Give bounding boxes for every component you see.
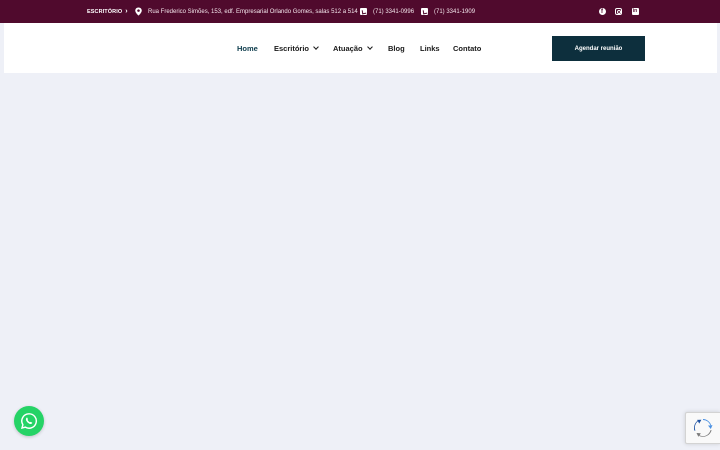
escritorio-dropdown[interactable]: ESCRITÓRIO › <box>87 0 128 23</box>
phone-link-2[interactable]: (71) 3341-1909 <box>421 0 475 23</box>
chevron-down-icon <box>366 43 373 50</box>
address-text: Rua Frederico Simões, 153, edf. Empresar… <box>148 8 358 15</box>
nav-item-home[interactable]: Home <box>237 42 258 54</box>
chevron-right-icon: › <box>125 8 128 15</box>
schedule-meeting-label: Agendar reunião <box>574 45 623 52</box>
instagram-icon <box>614 8 622 15</box>
recaptcha-badge[interactable] <box>685 412 720 444</box>
nav-item-label: Home <box>237 43 258 53</box>
phone-link-1[interactable]: (71) 3341-0996 <box>360 0 414 23</box>
map-pin-icon <box>135 7 142 16</box>
nav-item-contato[interactable]: Contato <box>453 42 481 54</box>
schedule-meeting-button[interactable]: Agendar reunião <box>552 36 645 61</box>
nav-item-escritorio[interactable]: Escritório <box>274 42 319 54</box>
nav-item-label: Contato <box>453 43 482 53</box>
address-info: Rua Frederico Simões, 153, edf. Empresar… <box>134 0 358 23</box>
nav-item-label: Atuação <box>333 43 363 53</box>
escritorio-label: ESCRITÓRIO <box>87 8 123 15</box>
nav-item-label: Links <box>420 43 440 53</box>
nav-item-atuacao[interactable]: Atuação <box>333 42 373 54</box>
phone-text-2: (71) 3341-1909 <box>434 8 476 15</box>
phone-text-1: (71) 3341-0996 <box>373 8 415 15</box>
linkedin-link[interactable]: in <box>630 0 640 23</box>
phone-icon <box>360 8 367 15</box>
instagram-link[interactable] <box>613 0 623 23</box>
whatsapp-button[interactable] <box>14 406 44 436</box>
nav-item-label: Blog <box>388 43 405 53</box>
top-bar: ESCRITÓRIO › Rua Frederico Simões, 153, … <box>0 0 720 23</box>
phone-icon <box>421 8 428 15</box>
chevron-down-icon <box>313 43 319 50</box>
nav-item-label: Escritório <box>274 43 310 53</box>
nav-item-links[interactable]: Links <box>420 42 440 54</box>
facebook-link[interactable]: f <box>597 0 607 23</box>
linkedin-icon: in <box>631 8 639 15</box>
facebook-icon: f <box>598 8 606 15</box>
nav-item-blog[interactable]: Blog <box>388 42 405 54</box>
recaptcha-icon <box>694 419 713 437</box>
whatsapp-icon <box>20 413 38 430</box>
